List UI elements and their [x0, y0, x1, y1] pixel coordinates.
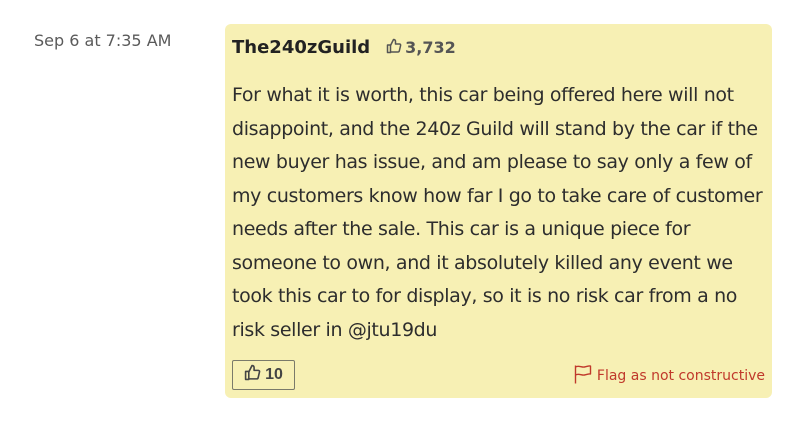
like-button[interactable]: 10: [232, 360, 295, 390]
thumbs-up-icon: [386, 38, 405, 58]
flag-label: Flag as not constructive: [596, 368, 765, 384]
author-reputation: 3,732: [386, 38, 456, 58]
flag-button[interactable]: Flag as not constructive: [573, 364, 765, 388]
comment-header: The240zGuild 3,732: [232, 37, 456, 58]
flag-icon: [573, 364, 597, 388]
like-count: 10: [265, 366, 283, 383]
author-reputation-value: 3,732: [405, 38, 456, 57]
thumbs-up-icon: [244, 364, 265, 386]
comment-body: For what it is worth, this car being off…: [232, 84, 763, 341]
comment-bubble: The240zGuild 3,732 For what it is worth,…: [225, 24, 772, 398]
comment-timestamp: Sep 6 at 7:35 AM: [34, 31, 172, 50]
author-username[interactable]: The240zGuild: [232, 37, 370, 58]
comment: Sep 6 at 7:35 AM The240zGuild 3,732 For …: [0, 0, 809, 430]
